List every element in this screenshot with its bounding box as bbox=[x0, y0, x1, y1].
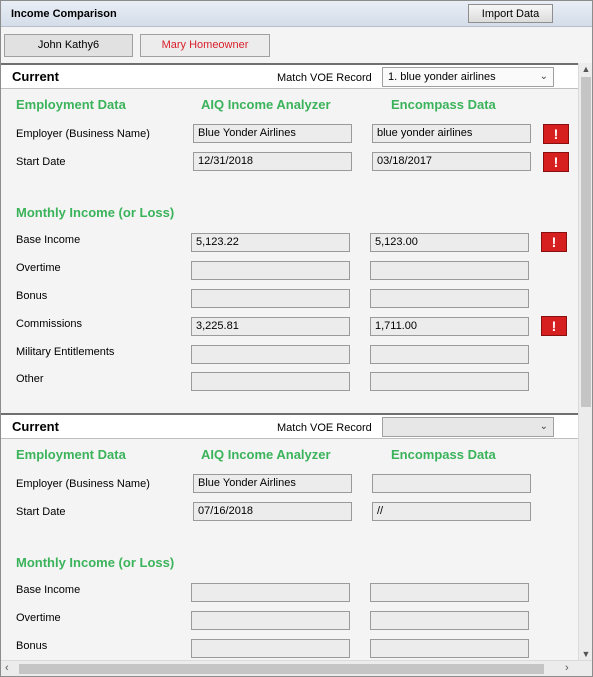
exclamation-icon[interactable]: ! bbox=[541, 316, 567, 336]
section-title: Current bbox=[12, 419, 59, 434]
horizontal-scroll-thumb[interactable] bbox=[19, 664, 544, 674]
bonus-encompass-field[interactable] bbox=[370, 639, 529, 658]
match-voe-select[interactable]: ⌄ bbox=[382, 417, 554, 437]
commissions-aiq-field[interactable]: 3,225.81 bbox=[191, 317, 350, 336]
window-title: Income Comparison bbox=[11, 8, 117, 20]
overtime-encompass-field[interactable] bbox=[370, 261, 529, 280]
caret-right-icon[interactable]: › bbox=[565, 662, 569, 674]
encompass-heading: Encompass Data bbox=[391, 97, 496, 112]
base-income-label: Base Income bbox=[16, 234, 81, 246]
bonus-aiq-field[interactable] bbox=[191, 289, 350, 308]
horizontal-scrollbar[interactable]: ‹ › bbox=[1, 660, 592, 676]
monthly-income-heading: Monthly Income (or Loss) bbox=[16, 205, 175, 220]
exclamation-icon[interactable]: ! bbox=[543, 152, 569, 172]
military-aiq-field[interactable] bbox=[191, 345, 350, 364]
commissions-encompass-field[interactable]: 1,711.00 bbox=[370, 317, 529, 336]
start-date-encompass-field[interactable]: 03/18/2017 bbox=[372, 152, 531, 171]
caret-up-icon[interactable]: ▲ bbox=[580, 64, 592, 74]
section-header: Current Match VOE Record ⌄ bbox=[1, 413, 578, 439]
monthly-income-heading: Monthly Income (or Loss) bbox=[16, 555, 175, 570]
borrower-tabs: John Kathy6 Mary Homeowner bbox=[1, 27, 592, 62]
employment-data-heading: Employment Data bbox=[16, 97, 126, 112]
bonus-encompass-field[interactable] bbox=[370, 289, 529, 308]
bonus-label: Bonus bbox=[16, 290, 48, 302]
vertical-scroll-thumb[interactable] bbox=[581, 77, 591, 407]
overtime-encompass-field[interactable] bbox=[370, 611, 529, 630]
section-title: Current bbox=[12, 69, 59, 84]
match-voe-select[interactable]: 1. blue yonder airlines ⌄ bbox=[382, 67, 554, 87]
comparison-scroll-area: Current Match VOE Record 1. blue yonder … bbox=[1, 63, 578, 660]
base-income-aiq-field[interactable] bbox=[191, 583, 350, 602]
match-voe-value: 1. blue yonder airlines bbox=[388, 71, 496, 83]
title-bar: Income Comparison Import Data bbox=[1, 1, 592, 27]
chevron-down-icon: ⌄ bbox=[539, 421, 548, 432]
bonus-label: Bonus bbox=[16, 640, 48, 652]
employer-encompass-field[interactable] bbox=[372, 474, 531, 493]
chevron-down-icon: ⌄ bbox=[539, 71, 548, 82]
current-employment-section-2: Current Match VOE Record ⌄ Employment Da… bbox=[1, 413, 578, 660]
aiq-heading: AIQ Income Analyzer bbox=[201, 447, 331, 462]
commissions-label: Commissions bbox=[16, 318, 83, 330]
employer-label: Employer (Business Name) bbox=[16, 128, 150, 140]
other-encompass-field[interactable] bbox=[370, 372, 529, 391]
base-income-encompass-field[interactable] bbox=[370, 583, 529, 602]
employer-label: Employer (Business Name) bbox=[16, 478, 150, 490]
encompass-heading: Encompass Data bbox=[391, 447, 496, 462]
current-employment-section-1: Current Match VOE Record 1. blue yonder … bbox=[1, 63, 578, 413]
match-voe-label: Match VOE Record bbox=[277, 72, 372, 84]
other-aiq-field[interactable] bbox=[191, 372, 350, 391]
match-voe-label: Match VOE Record bbox=[277, 422, 372, 434]
section-header: Current Match VOE Record 1. blue yonder … bbox=[1, 63, 578, 89]
start-date-encompass-field[interactable]: // bbox=[372, 502, 531, 521]
exclamation-icon[interactable]: ! bbox=[541, 232, 567, 252]
start-date-aiq-field[interactable]: 07/16/2018 bbox=[193, 502, 352, 521]
bonus-aiq-field[interactable] bbox=[191, 639, 350, 658]
import-data-button[interactable]: Import Data bbox=[468, 4, 553, 23]
start-date-label: Start Date bbox=[16, 156, 66, 168]
employer-aiq-field[interactable]: Blue Yonder Airlines bbox=[193, 474, 352, 493]
start-date-label: Start Date bbox=[16, 506, 66, 518]
overtime-label: Overtime bbox=[16, 612, 61, 624]
employer-encompass-field[interactable]: blue yonder airlines bbox=[372, 124, 531, 143]
caret-left-icon[interactable]: ‹ bbox=[5, 662, 9, 674]
tab-mary-homeowner[interactable]: Mary Homeowner bbox=[140, 34, 270, 57]
tab-john-kathy6[interactable]: John Kathy6 bbox=[4, 34, 133, 57]
exclamation-icon[interactable]: ! bbox=[543, 124, 569, 144]
employment-data-heading: Employment Data bbox=[16, 447, 126, 462]
overtime-aiq-field[interactable] bbox=[191, 261, 350, 280]
employer-aiq-field[interactable]: Blue Yonder Airlines bbox=[193, 124, 352, 143]
other-label: Other bbox=[16, 373, 44, 385]
overtime-aiq-field[interactable] bbox=[191, 611, 350, 630]
income-comparison-window: Income Comparison Import Data John Kathy… bbox=[0, 0, 593, 677]
caret-down-icon[interactable]: ▼ bbox=[580, 649, 592, 659]
base-income-encompass-field[interactable]: 5,123.00 bbox=[370, 233, 529, 252]
military-encompass-field[interactable] bbox=[370, 345, 529, 364]
base-income-aiq-field[interactable]: 5,123.22 bbox=[191, 233, 350, 252]
overtime-label: Overtime bbox=[16, 262, 61, 274]
aiq-heading: AIQ Income Analyzer bbox=[201, 97, 331, 112]
military-entitlements-label: Military Entitlements bbox=[16, 346, 115, 358]
start-date-aiq-field[interactable]: 12/31/2018 bbox=[193, 152, 352, 171]
vertical-scrollbar[interactable]: ▲ ▼ bbox=[578, 63, 592, 660]
base-income-label: Base Income bbox=[16, 584, 81, 596]
